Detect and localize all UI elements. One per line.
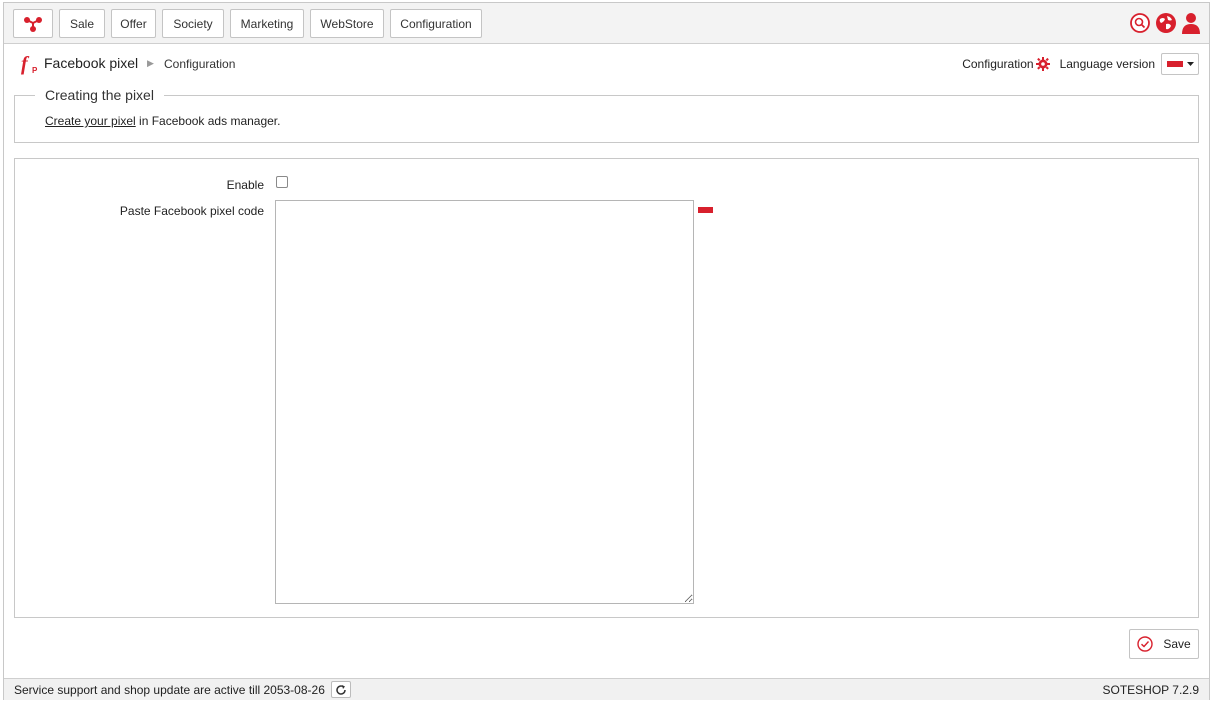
top-icons xyxy=(1129,12,1201,34)
globe-icon[interactable] xyxy=(1155,12,1177,34)
save-label: Save xyxy=(1163,637,1191,651)
polish-flag-icon xyxy=(698,207,713,213)
fieldset-legend: Creating the pixel xyxy=(35,87,164,103)
svg-text:f: f xyxy=(21,53,30,75)
version-label: SOTESHOP 7.2.9 xyxy=(1102,683,1200,697)
top-navigation: Sale Offer Society Marketing WebStore Co… xyxy=(4,3,1209,44)
gear-icon[interactable] xyxy=(1035,57,1050,71)
language-version-label: Language version xyxy=(1059,57,1155,71)
page-header: f P Facebook pixel ▶ Configuration Confi… xyxy=(4,44,1209,82)
search-icon[interactable] xyxy=(1129,12,1151,34)
support-status-text: Service support and shop update are acti… xyxy=(14,683,325,697)
svg-text:P: P xyxy=(32,66,38,75)
create-pixel-link[interactable]: Create your pixel xyxy=(45,114,136,128)
enable-checkbox[interactable] xyxy=(276,176,288,188)
header-right: Configuration Language version xyxy=(962,53,1199,75)
nav-offer[interactable]: Offer xyxy=(111,9,156,38)
nav-marketing[interactable]: Marketing xyxy=(230,9,304,38)
check-circle-icon xyxy=(1137,636,1154,652)
nav-configuration[interactable]: Configuration xyxy=(390,9,482,38)
creating-pixel-fieldset: Creating the pixel Create your pixel in … xyxy=(14,87,1199,143)
save-button[interactable]: Save xyxy=(1129,629,1199,659)
pixel-code-label: Paste Facebook pixel code xyxy=(119,204,264,218)
polish-flag-icon xyxy=(1166,61,1183,67)
nav-webstore[interactable]: WebStore xyxy=(310,9,384,38)
fieldset-text: Create your pixel in Facebook ads manage… xyxy=(45,114,280,128)
breadcrumb: Configuration xyxy=(164,57,236,71)
pixel-code-textarea[interactable] xyxy=(275,200,694,604)
chevron-down-icon xyxy=(1186,62,1194,66)
facebook-pixel-logo-icon: f P xyxy=(21,53,38,75)
nav-society[interactable]: Society xyxy=(162,9,224,38)
fieldset-rest-text: in Facebook ads manager. xyxy=(135,114,281,128)
config-form-panel: Enable Paste Facebook pixel code xyxy=(14,158,1199,618)
user-icon[interactable] xyxy=(1181,12,1201,34)
breadcrumb-arrow-icon: ▶ xyxy=(147,58,154,68)
home-button[interactable] xyxy=(13,9,53,38)
app-network-logo-icon xyxy=(24,16,42,32)
refresh-icon xyxy=(336,684,346,695)
nav-sale[interactable]: Sale xyxy=(59,9,105,38)
language-select[interactable] xyxy=(1161,53,1199,75)
enable-label: Enable xyxy=(226,178,264,192)
status-footer: Service support and shop update are acti… xyxy=(4,678,1209,700)
config-link[interactable]: Configuration xyxy=(962,57,1033,71)
app-frame: Sale Offer Society Marketing WebStore Co… xyxy=(3,2,1210,700)
refresh-button[interactable] xyxy=(331,681,351,698)
page-title: Facebook pixel xyxy=(44,55,139,71)
